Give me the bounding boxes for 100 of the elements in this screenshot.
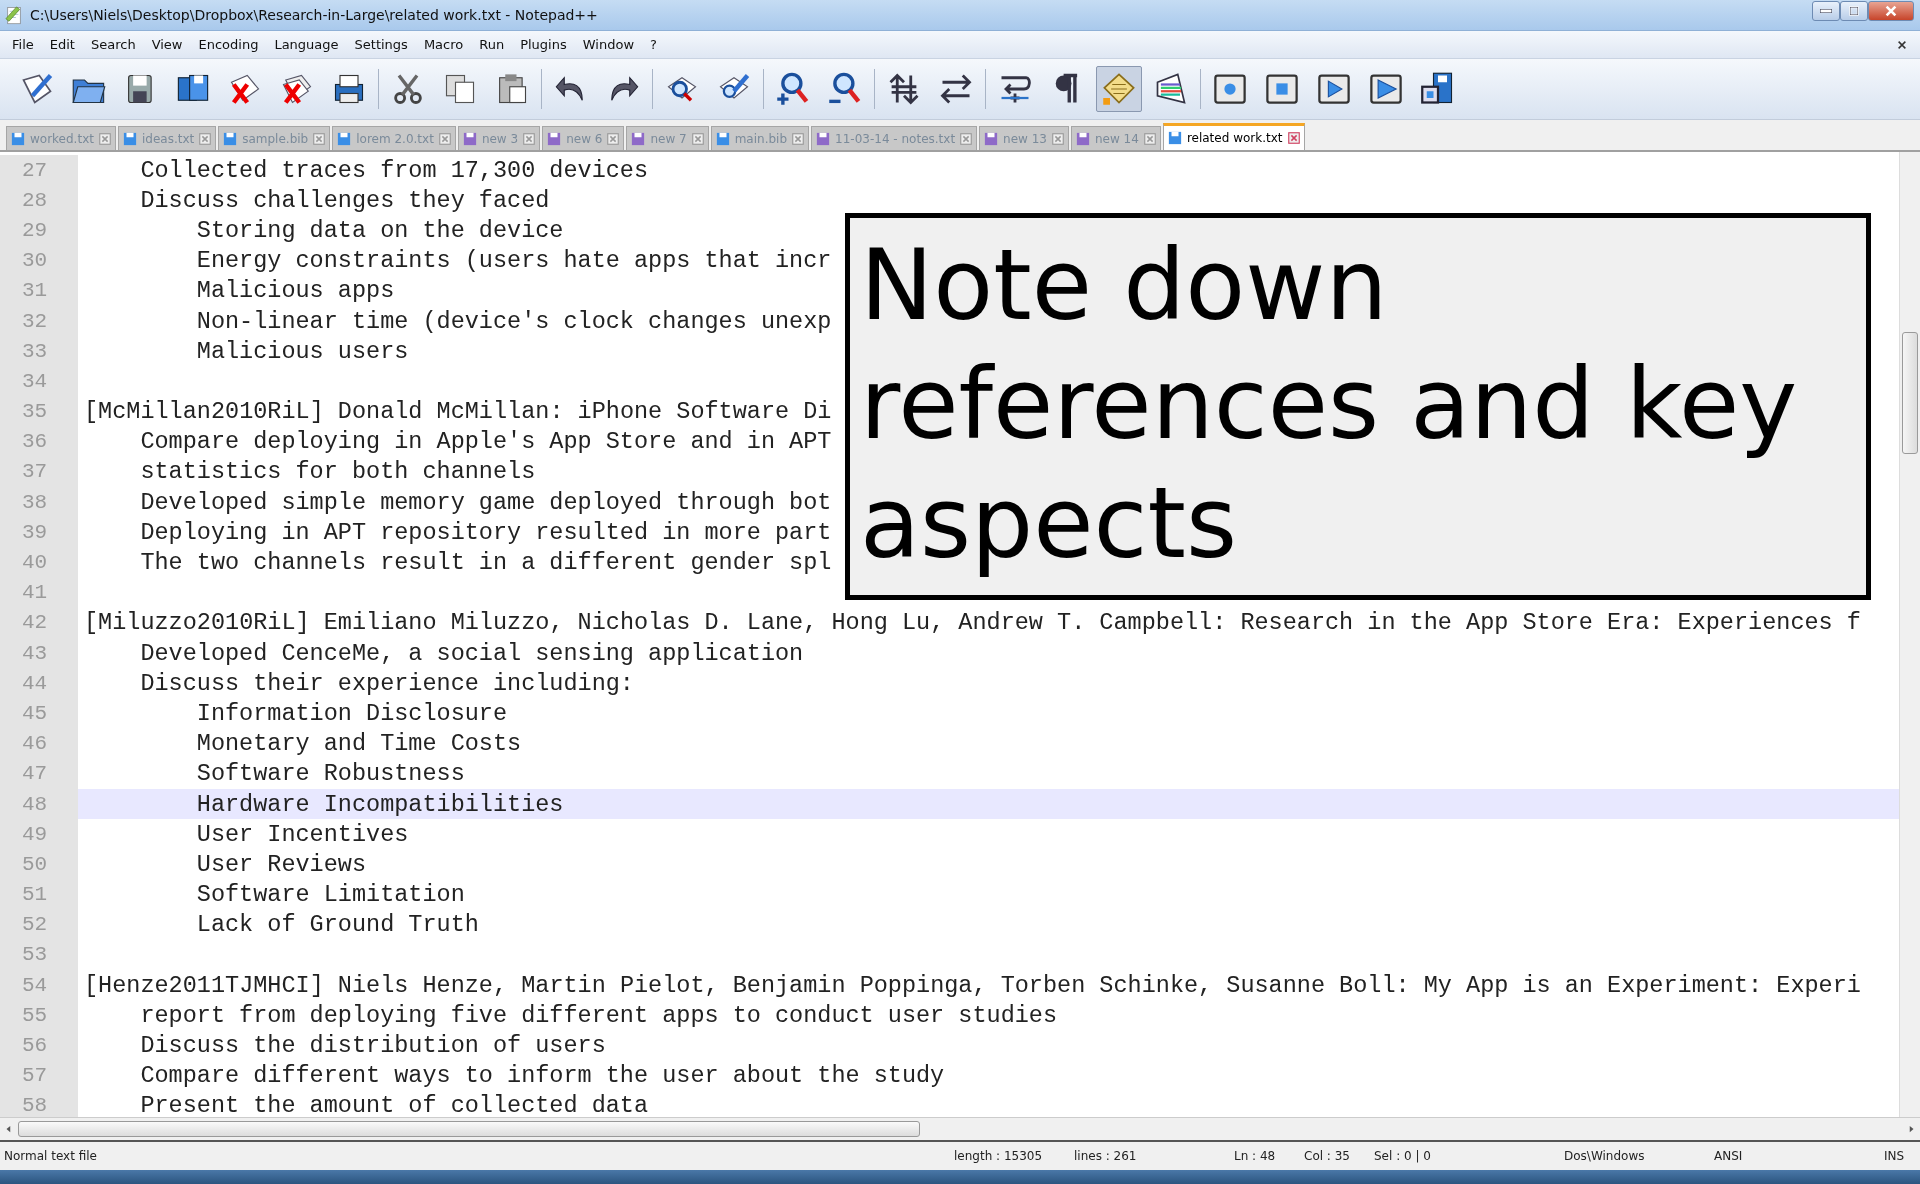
code-line-text: Deploying in APT repository resulted in more part xyxy=(139,518,832,546)
indent-guide-button[interactable] xyxy=(1096,66,1142,112)
line-number: 57 xyxy=(0,1060,78,1091)
scrollbar-thumb[interactable] xyxy=(1902,332,1918,454)
code-line-text: Non-linear time (device's clock changes unexp xyxy=(195,307,832,335)
code-line-text: The two channels result in a different gender spl xyxy=(139,549,832,577)
file-type: Normal text file xyxy=(3,1149,98,1163)
code-line-text: User Incentives xyxy=(195,820,409,848)
line-number: 36 xyxy=(0,426,78,457)
code-line-text: Software Robustness xyxy=(195,760,465,788)
code-line-text: Developed simple memory game deployed through bot xyxy=(139,488,832,516)
selection-info: Sel : 0 | 0 xyxy=(1373,1149,1432,1163)
close-button[interactable] xyxy=(1868,1,1914,21)
menu-item[interactable]: Plugins xyxy=(512,37,575,52)
code-line-text: statistics for both channels xyxy=(139,458,536,486)
line-number: 39 xyxy=(0,517,78,548)
code-line-text: [Miluzzo2010RiL] Emiliano Miluzzo, Nicholas D. Lane, Hong Lu, Andrew T. Campbell: Research in the App Store Era: Experiences f xyxy=(83,609,1861,637)
notepad-icon xyxy=(4,5,24,25)
code-line-text: Energy constraints (users hate apps that incr xyxy=(195,247,832,275)
code-line-text: Compare deploying in Apple's App Store and in APT xyxy=(139,428,832,456)
code-line-text: Storing data on the device xyxy=(195,216,564,244)
line-number: 41 xyxy=(0,577,78,608)
code-line-text: report from deploying five different apps to conduct user studies xyxy=(139,1001,1058,1029)
menu-item[interactable]: Macro xyxy=(415,37,472,52)
code-line-text: Malicious users xyxy=(195,337,409,365)
encoding: ANSI xyxy=(1713,1149,1744,1163)
menu-item[interactable]: File xyxy=(4,37,42,52)
line-number: 29 xyxy=(0,215,78,246)
menu-item[interactable]: Language xyxy=(266,37,347,52)
callout-text: Note down references and key aspects xyxy=(860,227,1799,582)
document-length: length : 15305 xyxy=(953,1149,1044,1163)
code-line-text: Collected traces from 17,300 devices xyxy=(139,156,649,184)
line-number: 44 xyxy=(0,668,78,699)
line-number: 54 xyxy=(0,970,78,1001)
menu-item[interactable]: Run xyxy=(471,37,513,52)
line-number: 53 xyxy=(0,939,78,971)
line-ending: Dos\Windows xyxy=(1563,1149,1646,1163)
menu-item[interactable]: Encoding xyxy=(190,37,267,52)
restore-icon xyxy=(1848,5,1860,17)
menu-item[interactable]: Settings xyxy=(346,37,416,52)
line-number: 49 xyxy=(0,819,78,850)
play-icon xyxy=(1316,71,1352,107)
code-line-text: Information Disclosure xyxy=(195,699,508,727)
code-line-text: Lack of Ground Truth xyxy=(195,911,479,939)
horizontal-scrollbar[interactable] xyxy=(0,1117,1920,1142)
cursor-line: Ln : 48 xyxy=(1233,1149,1277,1163)
line-number: 37 xyxy=(0,456,78,488)
window-title: C:\Users\Niels\Desktop\Dropbox\Research-in-Large\related work.txt - Notepad++ xyxy=(30,7,599,23)
line-number: 52 xyxy=(0,909,78,940)
line-number: 56 xyxy=(0,1030,78,1061)
menu-item[interactable]: View xyxy=(143,37,191,52)
line-number: 45 xyxy=(0,698,78,729)
line-number: 28 xyxy=(0,185,78,216)
line-number: 50 xyxy=(0,849,78,880)
code-line-text: Monetary and Time Costs xyxy=(195,730,522,758)
play-icon xyxy=(1368,71,1404,107)
line-number: 30 xyxy=(0,245,78,276)
minimize-button[interactable] xyxy=(1812,1,1840,21)
line-number: 31 xyxy=(0,275,78,306)
file-tab[interactable]: related work.txt xyxy=(1162,123,1305,150)
code-line-text: [McMillan2010RiL] Donald McMillan: iPhone Software Di xyxy=(83,398,832,426)
line-number: 58 xyxy=(0,1090,78,1117)
record-icon xyxy=(1212,71,1248,107)
code-line-text: Present the amount of collected data xyxy=(139,1092,649,1117)
line-number: 42 xyxy=(0,607,78,638)
line-number: 35 xyxy=(0,396,78,427)
maximize-button[interactable] xyxy=(1840,1,1868,21)
line-number: 43 xyxy=(0,638,78,669)
code-line-text: Discuss challenges they faced xyxy=(139,186,550,214)
line-number: 40 xyxy=(0,547,78,578)
line-number: 55 xyxy=(0,1000,78,1031)
line-number: 48 xyxy=(0,788,78,820)
vertical-scrollbar[interactable] xyxy=(1899,152,1920,1117)
code-line-text: [Henze2011TJMHCI] Niels Henze, Martin Pielot, Benjamin Poppinga, Torben Schinke, Susanne Boll: My App is an Experiment: Experi xyxy=(83,971,1861,999)
line-number: 38 xyxy=(0,487,78,518)
menu-item[interactable]: Edit xyxy=(41,37,83,52)
code-line-text: Developed CenceMe, a social sensing application xyxy=(139,639,804,667)
menu-item[interactable]: Search xyxy=(82,37,144,52)
minimize-icon xyxy=(1820,9,1832,13)
line-number: 34 xyxy=(0,366,78,397)
line-number: 51 xyxy=(0,879,78,910)
menu-item[interactable]: ? xyxy=(642,37,665,52)
code-line-text: Compare different ways to inform the user about the study xyxy=(139,1062,945,1090)
line-number: 47 xyxy=(0,758,78,789)
insert-mode: INS xyxy=(1883,1149,1906,1163)
line-number: 46 xyxy=(0,728,78,759)
code-line-text: Discuss their experience including: xyxy=(139,669,634,697)
line-count: lines : 261 xyxy=(1073,1149,1138,1163)
code-line-text: Malicious apps xyxy=(195,277,395,305)
code-line-text: User Reviews xyxy=(195,850,367,878)
code-line-text: Software Limitation xyxy=(195,881,465,909)
close-icon xyxy=(1884,4,1898,18)
cursor-column: Col : 35 xyxy=(1300,1149,1370,1163)
code-line-text: Hardware Incompatibilities xyxy=(195,790,564,818)
scrollbar-thumb[interactable] xyxy=(18,1121,920,1137)
menu-item[interactable]: Window xyxy=(574,37,642,52)
close-icon[interactable] xyxy=(1896,38,1908,51)
indent-guide-icon xyxy=(1101,71,1137,107)
code-line-text: Discuss the distribution of users xyxy=(139,1032,606,1060)
zoom-in-icon xyxy=(775,71,811,107)
